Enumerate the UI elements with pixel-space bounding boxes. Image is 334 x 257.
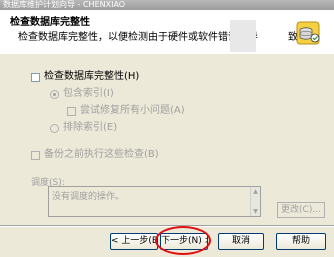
before-backup-label[interactable]: 备份之前执行这些检查(B) [44,149,159,161]
include-indexes-radio[interactable] [50,90,59,99]
repair-minor-label[interactable]: 尝试修复所有小问题(A) [80,105,185,117]
next-button[interactable]: 下一步(N) > [160,233,208,250]
footer-separator-highlight [0,226,334,227]
header-separator [0,53,334,54]
window-title-bar: 数据库维护计划向导 - CHENXIAO [0,0,334,10]
page-description-main: 检查数据库完整性，以便检测由于硬件或软件错误而导 [18,32,258,43]
window-title: 数据库维护计划向导 - CHENXIAO [3,0,126,9]
page-description: 检查数据库完整性，以便检测由于硬件或软件错误而导致。 [18,28,308,43]
wizard-window: 数据库维护计划向导 - CHENXIAO 检查数据库完整性 检查数据库完整性，以… [0,0,334,257]
change-schedule-button[interactable]: 更改(C)... [277,202,325,218]
wizard-header: 检查数据库完整性 检查数据库完整性，以便检测由于硬件或软件错误而导致。 [0,10,334,54]
header-occluder [230,20,256,52]
exclude-indexes-radio[interactable] [50,124,59,133]
help-button[interactable]: 帮助 [276,233,326,250]
database-wizard-icon [296,21,320,45]
scroll-down-icon[interactable]: ▼ [252,208,259,215]
page-title: 检查数据库完整性 [10,17,90,28]
back-button[interactable]: < 上一步(B) [110,233,158,250]
radio-selected-dot [53,93,56,96]
repair-minor-checkbox[interactable] [67,107,76,116]
schedule-scrollbar[interactable]: ▲ ▼ [250,187,260,216]
cancel-button[interactable]: 取消 [218,233,264,250]
schedule-textbox[interactable]: 没有调度的操作。 ▲ ▼ [48,186,261,217]
include-indexes-label[interactable]: 包含索引(I) [63,88,114,100]
check-integrity-label[interactable]: 检查数据库完整性(H) [44,71,139,83]
before-backup-checkbox[interactable] [31,151,40,160]
check-integrity-checkbox[interactable] [31,73,40,82]
scroll-up-icon[interactable]: ▲ [252,188,259,195]
exclude-indexes-label[interactable]: 排除索引(E) [63,122,117,134]
schedule-text: 没有调度的操作。 [52,192,125,202]
